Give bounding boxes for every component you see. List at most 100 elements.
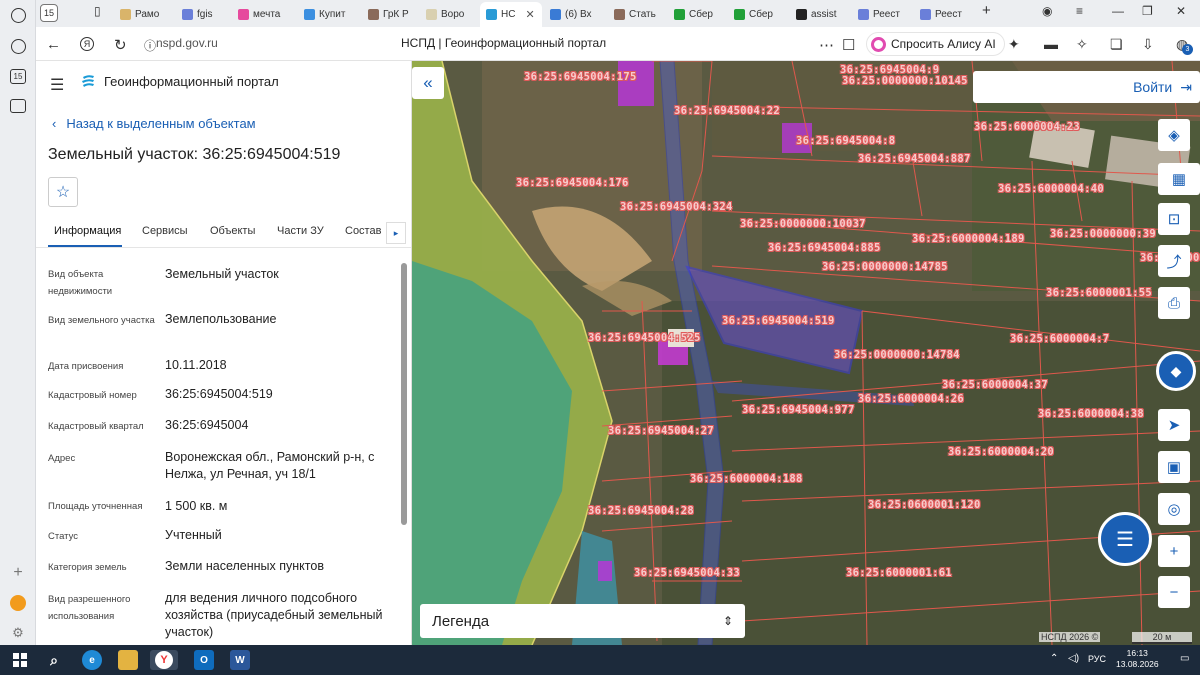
browser-tab[interactable]: мечта [232, 3, 290, 25]
browser-tab[interactable]: Стать [608, 3, 666, 25]
word-icon[interactable]: W [230, 650, 250, 670]
parcel-label[interactable]: 36:25:6945004:28 [588, 505, 694, 517]
downloads-icon[interactable]: ⇩ [1142, 36, 1154, 53]
browser-tab[interactable]: Рамо [114, 3, 172, 25]
collapse-panel-button[interactable]: « [412, 67, 444, 99]
close-tab-icon[interactable]: ✕ [525, 8, 534, 21]
menu-icon[interactable]: ≡ [1076, 4, 1083, 18]
screenshot-icon[interactable] [8, 96, 28, 116]
tab-services[interactable]: Сервисы [142, 225, 188, 237]
login-button[interactable]: Войти ⇥ [973, 71, 1200, 103]
legend-dropdown[interactable]: Легенда ⇕ [420, 604, 745, 638]
browser-tab[interactable]: fgis [176, 3, 234, 25]
parcel-label[interactable]: 36:25:0000000:14784 [834, 349, 960, 361]
tab-information[interactable]: Информация [54, 225, 121, 237]
share-button[interactable]: ⤴ [1158, 245, 1190, 277]
extension-icon[interactable]: ✦ [1008, 36, 1020, 53]
browser-tab[interactable]: assist [790, 3, 848, 25]
windows-start-icon[interactable] [10, 650, 30, 670]
locate-button[interactable]: ➤ [1158, 409, 1190, 441]
parcel-label[interactable]: 36:25:6945004:977 [742, 404, 855, 416]
parcel-label[interactable]: 36:25:0000000:10037 [740, 218, 866, 230]
search-icon[interactable]: ⌕ [44, 650, 64, 670]
close-window-icon[interactable]: ✕ [1176, 4, 1186, 18]
profile-icon[interactable]: ◉ [1042, 4, 1052, 18]
file-explorer-icon[interactable] [118, 650, 138, 670]
parcel-label[interactable]: 36:25:6000004:38 [1038, 408, 1144, 420]
clock[interactable]: 16:13 13.08.2026 [1116, 648, 1159, 670]
puzzle-icon[interactable]: ✧ [1076, 36, 1088, 53]
minimize-icon[interactable]: — [1112, 4, 1124, 18]
restore-icon[interactable]: ❐ [1142, 4, 1153, 18]
base-map-button[interactable]: ▦ [1158, 163, 1200, 195]
select-tool-button[interactable]: ⊡ [1158, 203, 1190, 235]
browser-tab[interactable]: НС ✕ [480, 2, 542, 27]
panel-scrollbar-thumb[interactable] [401, 263, 407, 525]
new-tab-icon[interactable]: + [982, 2, 991, 19]
yandex-icon[interactable]: Я [80, 37, 94, 51]
parcel-label[interactable]: 36:25:6000004:20 [948, 446, 1054, 458]
volume-icon[interactable]: ◁) [1068, 653, 1079, 664]
geolocation-button[interactable]: ◎ [1158, 493, 1190, 525]
tab-parts[interactable]: Части ЗУ [277, 225, 324, 237]
parcel-label[interactable]: 36:25:6945004:33 [634, 567, 740, 579]
parcel-label[interactable]: 36:25:6000004:188 [690, 473, 803, 485]
yandex-browser-taskbar-icon[interactable]: Y [150, 650, 178, 670]
parcel-label[interactable]: 36:25:6945004:175 [524, 71, 637, 83]
print-button[interactable]: ⎙ [1158, 287, 1190, 319]
map-view[interactable]: 36:25:6945004:175 36:25:6945004:9 36:25:69… [412, 61, 1200, 645]
browser-tab[interactable]: Воро [420, 3, 478, 25]
bookmark-icon[interactable]: ☐ [842, 36, 855, 54]
notifications-icon[interactable]: ▭ [1180, 653, 1189, 664]
parcel-label[interactable]: 36:25:6000001:55 [1046, 287, 1152, 299]
language-indicator[interactable]: РУС [1088, 654, 1106, 664]
parcel-label[interactable]: 36:25:6945004:519 [722, 315, 835, 327]
parcel-label[interactable]: 36:25:6945004:324 [620, 201, 733, 213]
parcel-label[interactable]: 36:25:6945004:8 [796, 135, 895, 147]
tabs-next-button[interactable]: ▸ [386, 222, 406, 244]
assistant-button[interactable]: ◆ [1156, 351, 1196, 391]
parcel-label[interactable]: 36:25:6945004:27 [608, 425, 714, 437]
back-icon[interactable]: ← [46, 36, 61, 53]
play-icon[interactable] [8, 36, 28, 56]
parcel-label[interactable]: 36:25:6000004:26 [858, 393, 964, 405]
parcel-label[interactable]: 36:25:0000000:39 [1050, 228, 1156, 240]
parcel-label[interactable]: 36:25:0000000:10145 [842, 75, 968, 87]
reload-icon[interactable]: ↻ [114, 36, 127, 54]
browser-tab[interactable]: Сбер [668, 3, 726, 25]
tab-objects[interactable]: Объекты [210, 225, 255, 237]
browser-tab[interactable]: (6) Вх [544, 3, 602, 25]
browser-tab[interactable]: Реест [852, 3, 910, 25]
mail-app-icon[interactable] [8, 593, 28, 613]
parcel-label[interactable]: 36:25:6945004:525 [588, 332, 701, 344]
browser-tab[interactable]: Реест [914, 3, 972, 25]
site-info-icon[interactable]: ⓘ [144, 37, 156, 54]
tray-chevron-icon[interactable]: ⌃ [1050, 653, 1058, 664]
edge-icon[interactable]: e [82, 650, 102, 670]
browser-tab[interactable]: Сбер [728, 3, 786, 25]
parcel-label[interactable]: 36:25:6945004:22 [674, 105, 780, 117]
browser-tab[interactable]: Купит [298, 3, 356, 25]
tab-composition[interactable]: Состав [345, 225, 381, 237]
minimap-button[interactable]: ▣ [1158, 451, 1190, 483]
collections-icon[interactable]: ❏ [1110, 36, 1123, 53]
settings-icon[interactable]: ⚙ [8, 623, 28, 643]
history-icon[interactable] [8, 5, 28, 25]
parcel-label[interactable]: 36:25:0600001:120 [868, 499, 981, 511]
zoom-out-button[interactable]: − [1158, 576, 1190, 608]
alice-button[interactable]: Спросить Алису AI [866, 32, 1005, 56]
parcel-label[interactable]: 36:25:6000001:61 [846, 567, 952, 579]
hat-icon[interactable]: ▬ [1044, 36, 1058, 52]
zoom-in-button[interactable]: + [1158, 535, 1190, 567]
tab-count-badge[interactable]: 15 [40, 4, 58, 22]
add-icon[interactable]: + [8, 563, 28, 583]
parcel-label[interactable]: 36:25:6000004:40 [998, 183, 1104, 195]
browser-tab[interactable]: ГрК Р [362, 3, 420, 25]
parcel-label[interactable]: 36:25:6945004:885 [768, 242, 881, 254]
more-icon[interactable]: ⋯ [819, 36, 834, 54]
parcel-label[interactable]: 36:25:6000004:37 [942, 379, 1048, 391]
parcel-label[interactable]: 36:25:6945004:176 [516, 177, 629, 189]
parcel-label[interactable]: 36:25:6000004:189 [912, 233, 1025, 245]
chat-button[interactable]: ☰ [1098, 512, 1152, 566]
favorite-button[interactable]: ☆ [48, 177, 78, 207]
